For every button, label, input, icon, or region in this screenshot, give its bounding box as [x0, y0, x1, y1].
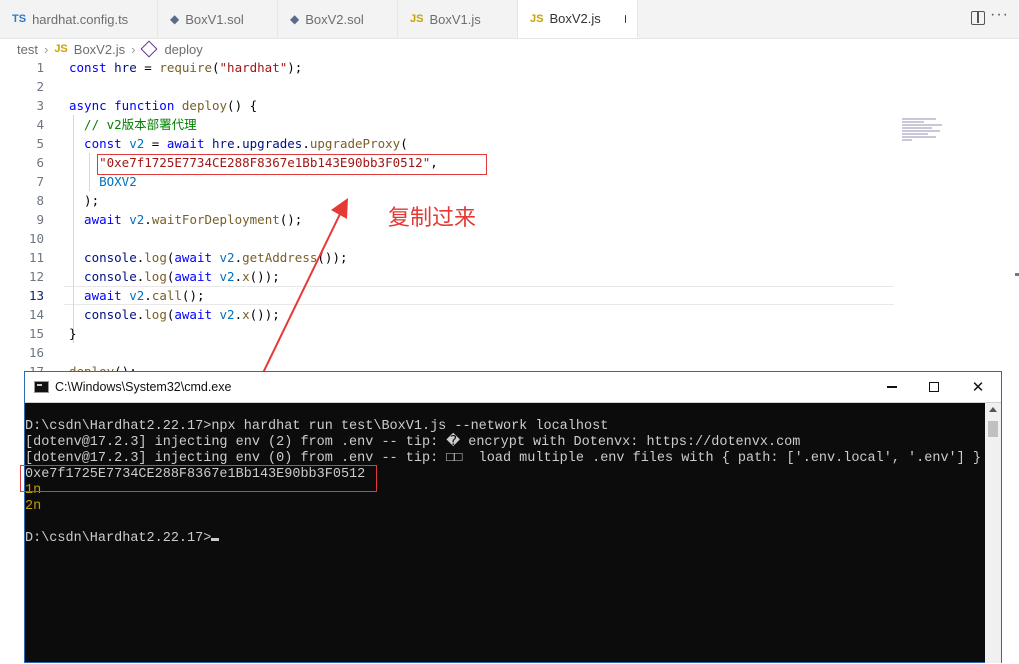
- terminal-line: 2n: [25, 499, 41, 515]
- cmd-window[interactable]: C:\Windows\System32\cmd.exe ✕ D:\csdn\Ha…: [24, 371, 1002, 663]
- minimize-button[interactable]: [877, 376, 907, 398]
- terminal-cursor: [211, 538, 219, 541]
- terminal-text: [dotenv@17.2.3] injecting env (2) from .…: [25, 435, 800, 450]
- terminal-scrollbar[interactable]: [985, 403, 1001, 663]
- minimize-icon: [887, 386, 897, 387]
- scroll-up-icon[interactable]: [989, 407, 997, 412]
- terminal-line: [dotenv@17.2.3] injecting env (2) from .…: [25, 435, 800, 451]
- window-title: C:\Windows\System32\cmd.exe: [55, 380, 231, 394]
- close-icon: ✕: [972, 378, 985, 396]
- terminal-line: D:\csdn\Hardhat2.22.17>: [25, 531, 219, 547]
- terminal-text: D:\csdn\Hardhat2.22.17>: [25, 531, 211, 546]
- terminal-output[interactable]: D:\csdn\Hardhat2.22.17>npx hardhat run t…: [25, 403, 985, 664]
- terminal-line: D:\csdn\Hardhat2.22.17>npx hardhat run t…: [25, 419, 608, 435]
- maximize-button[interactable]: [919, 376, 949, 398]
- scroll-thumb[interactable]: [988, 421, 998, 437]
- maximize-icon: [929, 382, 939, 392]
- output-address-highlight-box: [20, 465, 377, 492]
- terminal-text: [dotenv@17.2.3] injecting env (0) from .…: [25, 451, 981, 466]
- close-button[interactable]: ✕: [963, 376, 993, 398]
- cmd-app-icon: [34, 381, 49, 393]
- terminal-text: 2n: [25, 499, 41, 514]
- terminal-text: D:\csdn\Hardhat2.22.17>npx hardhat run t…: [25, 419, 608, 434]
- cmd-titlebar[interactable]: C:\Windows\System32\cmd.exe ✕: [25, 372, 1001, 403]
